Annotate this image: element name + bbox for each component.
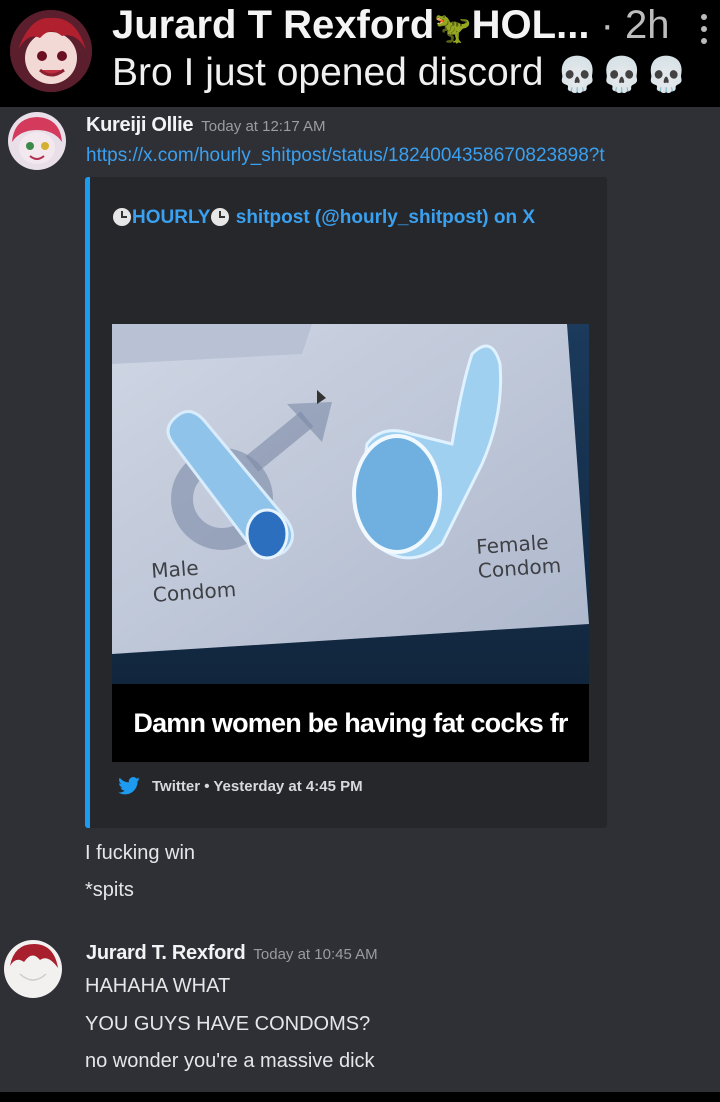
message-line: YOU GUYS HAVE CONDOMS? xyxy=(85,1013,371,1035)
image-caption: Damn women be having fat cocks fr xyxy=(112,684,589,762)
image-label-male: Male Condom xyxy=(150,555,237,607)
author-name[interactable]: Jurard T. Rexford xyxy=(86,942,246,964)
sender-name: Jurard T Rexford xyxy=(112,3,435,47)
avatar[interactable] xyxy=(4,940,62,998)
timestamp: Today at 10:45 AM xyxy=(253,946,378,963)
link-embed: HOURLY shitpost (@hourly_shitpost) on X xyxy=(85,177,607,828)
preview-text: Bro I just opened discord xyxy=(112,51,544,94)
clock-icon xyxy=(211,208,230,226)
dinosaur-icon: 🦖 xyxy=(434,12,472,45)
embed-image[interactable]: Male Condom Female Condom Damn women be … xyxy=(112,324,589,762)
embed-footer-text: Twitter • Yesterday at 4:45 PM xyxy=(152,777,363,795)
sender-suffix: HOL... xyxy=(471,3,590,47)
bottom-edge xyxy=(0,1092,720,1102)
embed-title-part1: HOURLY xyxy=(132,207,211,228)
avatar[interactable] xyxy=(8,112,66,170)
message-line: no wonder you're a massive dick xyxy=(85,1050,375,1072)
notification-preview: Bro I just opened discord 💀💀💀 xyxy=(112,50,687,98)
embed-title[interactable]: HOURLY shitpost (@hourly_shitpost) on X xyxy=(112,202,582,234)
timestamp: Today at 12:17 AM xyxy=(201,118,326,135)
notification-bar[interactable]: Jurard T Rexford🦖HOL... · 2h Bro I just … xyxy=(0,0,720,107)
message-header: Kureiji Ollie Today at 12:17 AM xyxy=(86,114,326,137)
clock-icon xyxy=(113,208,131,226)
message-line: HAHAHA WHAT xyxy=(85,975,231,997)
message-header: Jurard T. Rexford Today at 10:45 AM xyxy=(86,942,378,965)
sender-avatar xyxy=(10,10,92,92)
notification-time: · 2h xyxy=(600,3,670,47)
embed-footer: Twitter • Yesterday at 4:45 PM xyxy=(118,777,363,795)
message-line: I fucking win xyxy=(85,842,196,864)
author-name[interactable]: Kureiji Ollie xyxy=(86,114,194,136)
skull-icon: 💀 xyxy=(600,55,643,94)
message-line: *spits xyxy=(85,879,134,901)
skull-icon: 💀 xyxy=(556,55,599,94)
notification-title: Jurard T Rexford🦖HOL... · 2h xyxy=(112,2,670,52)
more-options-icon[interactable] xyxy=(700,14,708,44)
image-label-female: Female Condom xyxy=(475,529,562,583)
message-link[interactable]: https://x.com/hourly_shitpost/status/182… xyxy=(86,145,720,167)
skull-icon: 💀 xyxy=(644,55,688,94)
twitter-bird-icon xyxy=(118,777,140,795)
embed-title-part2: shitpost (@hourly_shitpost) on X xyxy=(230,207,536,228)
